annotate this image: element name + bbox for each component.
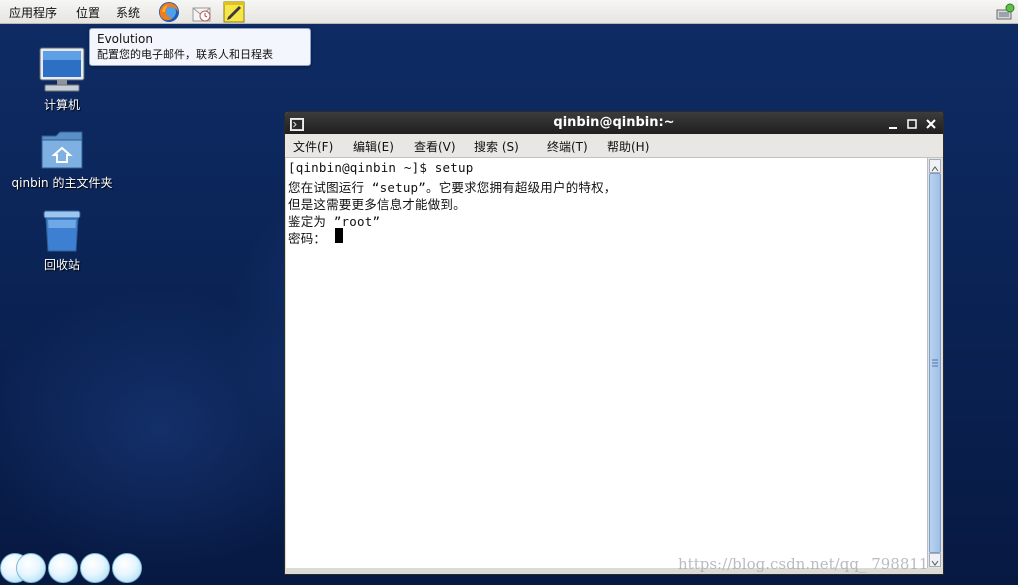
menu-search[interactable]: 搜索 (S) [474,138,519,155]
evolution-tooltip: Evolution 配置您的电子邮件，联系人和日程表 [89,28,311,66]
window-titlebar[interactable]: qinbin@qinbin:~ [285,112,943,134]
desktop-icon-trash[interactable]: 回收站 [7,208,117,273]
workspace-5[interactable] [112,553,142,583]
menu-applications[interactable]: 应用程序 [9,4,57,21]
notes-icon[interactable] [222,0,246,28]
tooltip-title: Evolution [97,32,153,46]
terminal-menubar: 文件(F) 编辑(E) 查看(V) 搜索 (S) 终端(T) 帮助(H) [285,134,943,158]
workspace-3[interactable] [48,553,78,583]
desktop: 应用程序 位置 系统 Evolution 配置您的电子邮件，联系人和日程表 计算… [0,0,1018,585]
menu-places[interactable]: 位置 [76,4,100,21]
top-panel: 应用程序 位置 系统 [0,0,1018,24]
menu-edit[interactable]: 编辑(E) [353,138,394,155]
desktop-icon-computer[interactable]: 计算机 [7,46,117,113]
desktop-icon-label: qinbin 的主文件夹 [11,176,113,190]
tooltip-description: 配置您的电子邮件，联系人和日程表 [97,48,273,61]
menu-system[interactable]: 系统 [116,4,140,21]
terminal-scrollbar[interactable] [927,158,942,568]
maximize-icon[interactable] [905,116,919,130]
menu-file[interactable]: 文件(F) [293,138,333,155]
workspace-2[interactable] [16,553,46,583]
menu-terminal[interactable]: 终端(T) [547,138,588,155]
workspace-4[interactable] [80,553,110,583]
computer-icon [39,47,85,92]
desktop-icon-label: 计算机 [43,98,80,112]
trash-icon [43,210,81,252]
firefox-icon[interactable] [157,0,181,28]
terminal-window[interactable]: qinbin@qinbin:~ 文件(F) 编辑(E) 查看(V) 搜索 (S)… [284,111,944,575]
desktop-icon-label: 回收站 [43,258,80,272]
evolution-mail-icon[interactable] [190,0,214,28]
terminal-line: [qinbin@qinbin ~]$ setup [288,160,474,175]
terminal-output[interactable]: [qinbin@qinbin ~]$ setup 您在试图运行 “setup”。… [286,158,927,568]
menu-help[interactable]: 帮助(H) [607,138,649,155]
minimize-icon[interactable] [886,116,900,130]
window-title: qinbin@qinbin:~ [553,115,675,130]
home-folder-icon [41,131,83,169]
watermark-text: https://blog.csdn.net/qq_ 798811 [678,555,929,573]
terminal-cursor [335,228,343,243]
scroll-down-icon[interactable] [929,553,941,567]
desktop-icon-home[interactable]: qinbin 的主文件夹 [7,128,117,191]
scrollbar-thumb[interactable] [929,173,941,553]
scroll-up-icon[interactable] [929,159,941,173]
close-icon[interactable] [924,116,938,130]
network-icon[interactable] [994,1,1016,27]
terminal-line: 密码： [288,231,327,246]
menu-view[interactable]: 查看(V) [414,138,456,155]
